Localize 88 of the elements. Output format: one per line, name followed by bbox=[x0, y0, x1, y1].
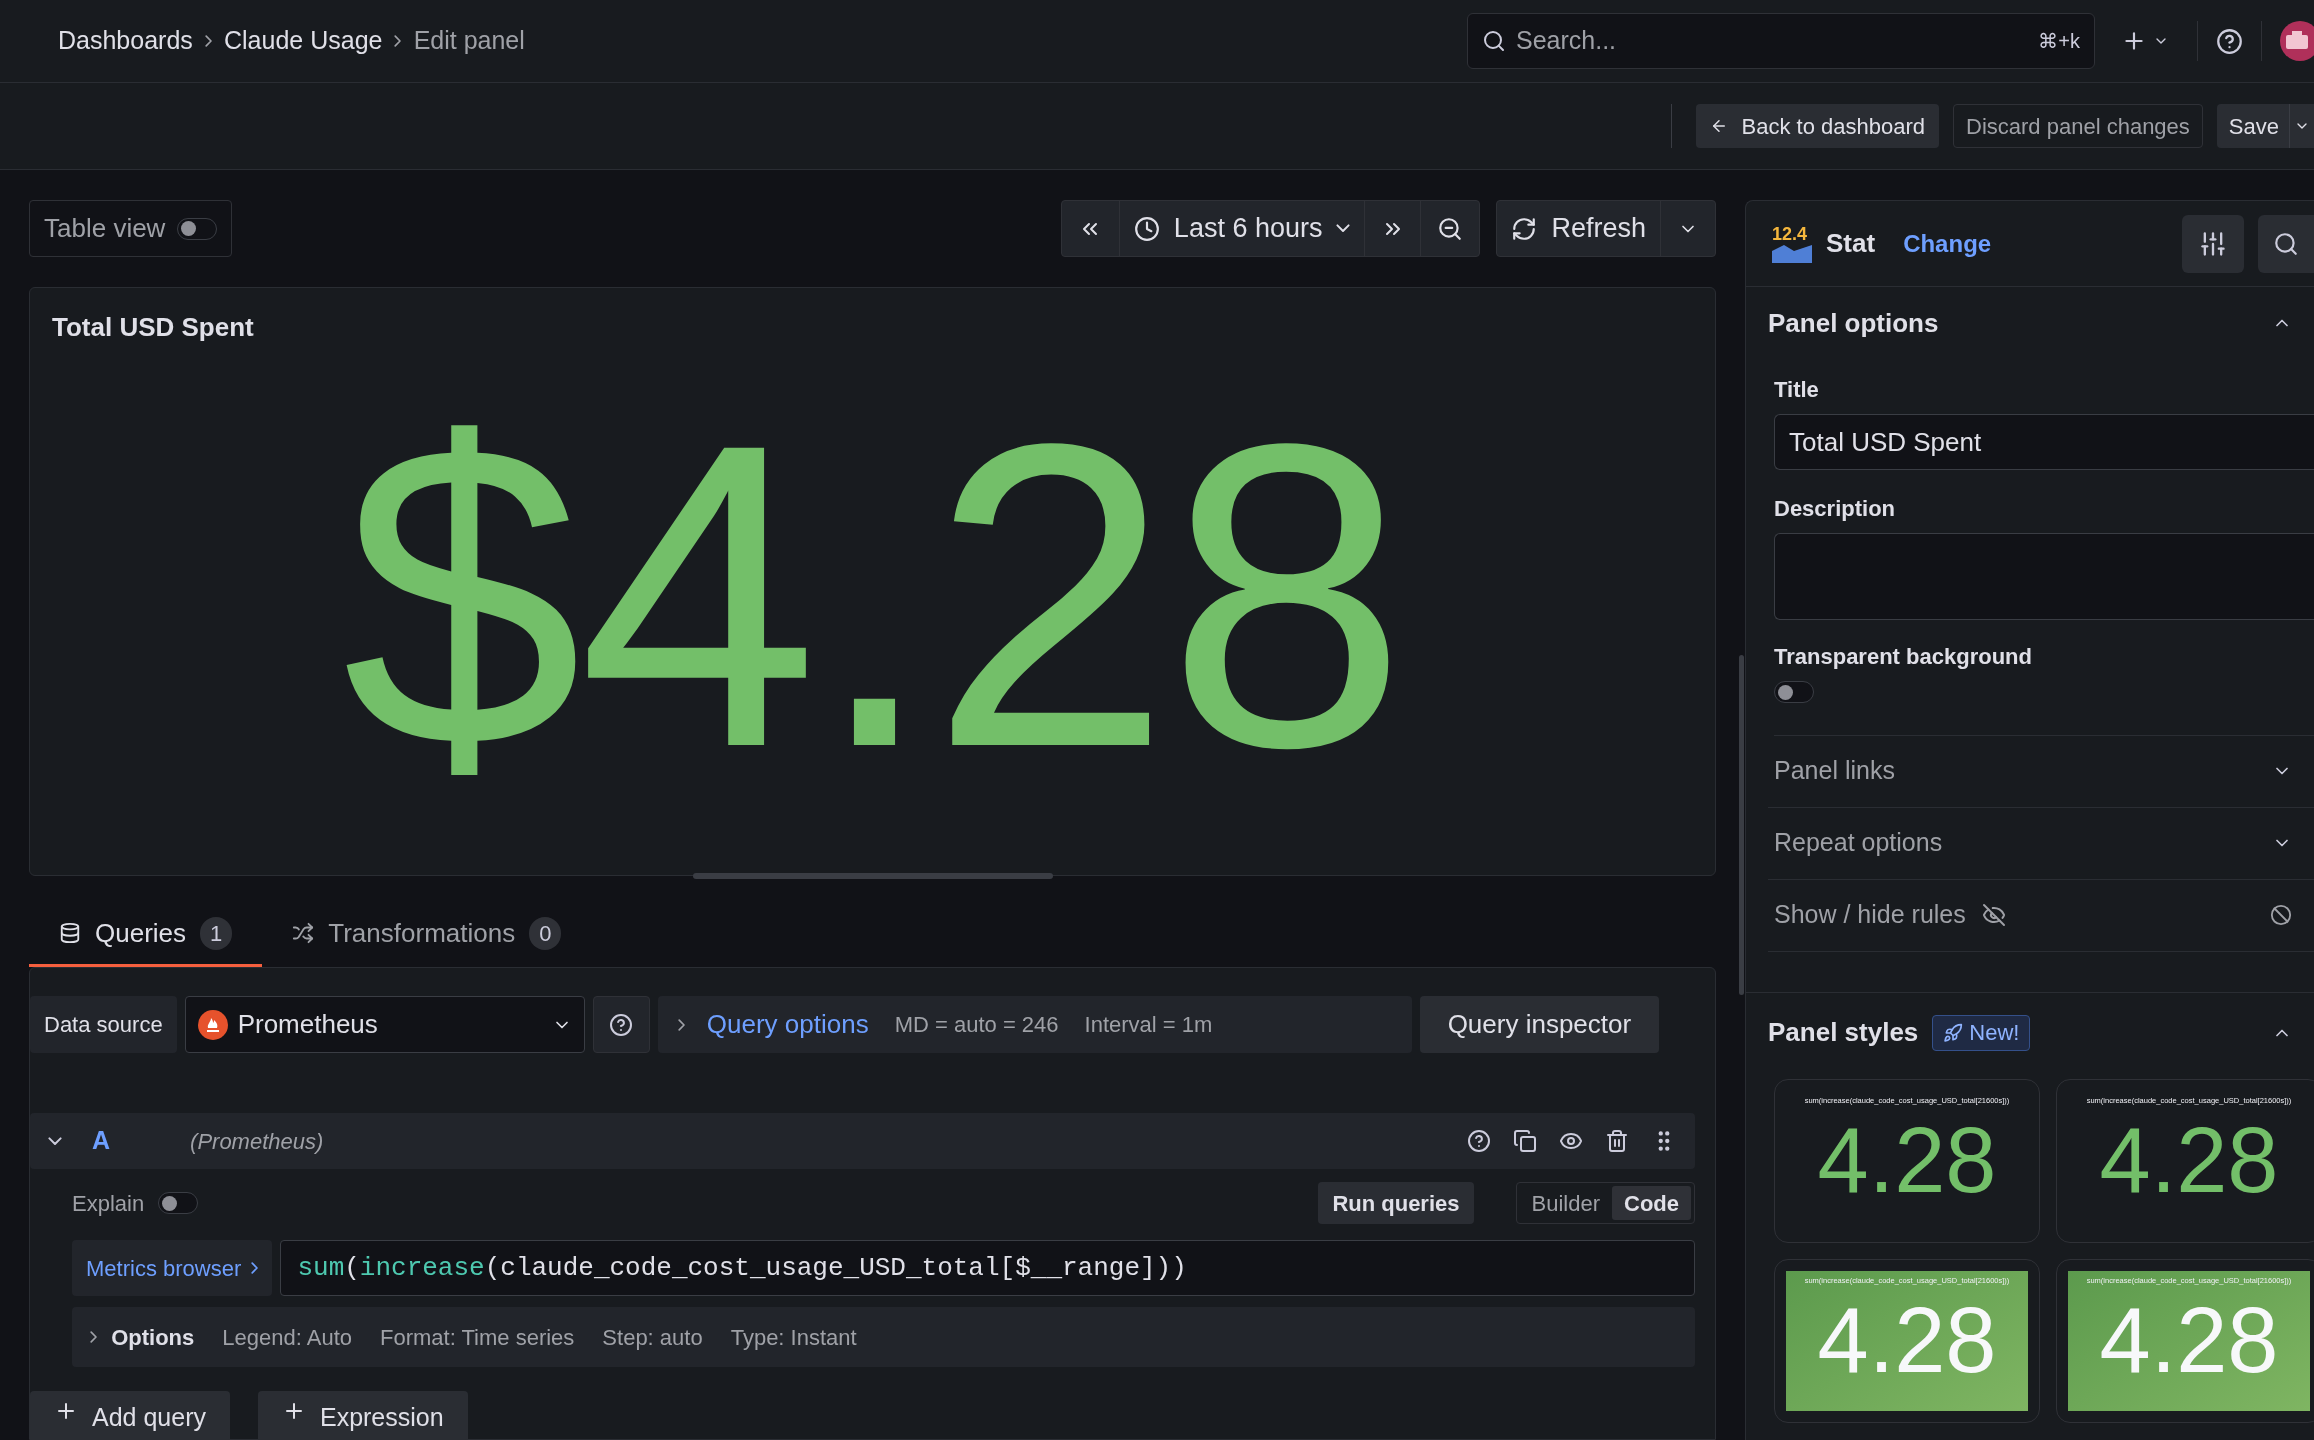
resize-handle[interactable] bbox=[692, 873, 1053, 879]
field-label: Title bbox=[1774, 376, 1820, 404]
help-icon[interactable] bbox=[2216, 27, 2243, 55]
add-button[interactable]: Expression bbox=[257, 1391, 468, 1439]
section-heading[interactable]: Show / hide rules bbox=[1774, 896, 1966, 934]
stat-value: $4.28 bbox=[341, 380, 1404, 812]
query-options-bar[interactable]: Query options MD = auto = 246 Interval = 1m bbox=[657, 996, 1412, 1053]
run-queries-button[interactable]: Run queries bbox=[1318, 1182, 1474, 1224]
metrics-browser-button[interactable]: Metrics browser bbox=[72, 1240, 273, 1296]
section-heading[interactable]: Repeat options bbox=[1774, 824, 1943, 862]
breadcrumb-separator-icon bbox=[394, 35, 402, 47]
zoom-out-icon bbox=[1437, 215, 1464, 242]
breadcrumb-link[interactable]: Dashboards bbox=[58, 22, 193, 60]
rocket-icon bbox=[1943, 1022, 1964, 1043]
trash-icon[interactable] bbox=[1605, 1129, 1629, 1153]
preview-value: 4.28 bbox=[2099, 1113, 2279, 1206]
add-button[interactable]: Add query bbox=[30, 1391, 230, 1439]
chevron-right-icon bbox=[677, 1018, 685, 1031]
chevron-right-icon bbox=[90, 1331, 98, 1343]
code-editor[interactable]: sum(increase(claude_code_cost_usage_USD_total[$__range])) bbox=[280, 1240, 1695, 1296]
query-options-row[interactable]: Options Legend: Auto Format: Time series Step: auto Type: Instant bbox=[72, 1307, 1695, 1367]
back-button[interactable]: Back to dashboard bbox=[1695, 104, 1940, 148]
viz-name: Stat bbox=[1826, 227, 1876, 260]
count-badge: 1 bbox=[200, 916, 233, 950]
query-inspector-button[interactable]: Query inspector bbox=[1419, 996, 1660, 1053]
scrollbar[interactable] bbox=[1739, 655, 1744, 995]
shuffle-icon bbox=[292, 922, 315, 945]
search-icon bbox=[2273, 230, 2299, 257]
refresh-button[interactable]: Refresh bbox=[1497, 201, 1661, 256]
mode-option[interactable]: Code bbox=[1612, 1186, 1691, 1220]
sliders-icon bbox=[2199, 229, 2227, 258]
preview-value: 4.28 bbox=[1817, 1113, 1997, 1206]
avatar-icon[interactable] bbox=[2280, 21, 2314, 61]
search-button[interactable] bbox=[2258, 214, 2314, 273]
clock-icon bbox=[1133, 215, 1160, 242]
collapse-chevron-icon[interactable] bbox=[48, 1136, 62, 1146]
option-summary: Legend: Auto bbox=[222, 1323, 352, 1352]
keyboard-shortcut: ⌘+k bbox=[2038, 29, 2080, 54]
preview-value: 4.28 bbox=[2099, 1293, 2279, 1386]
option-summary: Type: Instant bbox=[730, 1323, 857, 1352]
copy-icon[interactable] bbox=[1513, 1129, 1537, 1153]
explain-label: Explain bbox=[72, 1189, 145, 1218]
caret-icon bbox=[1336, 224, 1351, 233]
search-field[interactable]: Search... ⌘+k bbox=[1467, 13, 2095, 69]
discard-button[interactable]: Discard panel changes bbox=[1953, 104, 2203, 148]
new-badge: New! bbox=[1932, 1014, 2031, 1051]
breadcrumb-link[interactable]: Claude Usage bbox=[224, 22, 383, 60]
section-heading[interactable]: Panel options bbox=[1768, 303, 2272, 343]
eye-off-icon bbox=[1981, 903, 2006, 927]
max-data-points: MD = auto = 246 bbox=[894, 1011, 1059, 1039]
interval-text: Interval = 1m bbox=[1084, 1011, 1213, 1039]
data-source-picker[interactable]: Prometheus bbox=[184, 996, 585, 1053]
table-view-toggle[interactable]: Table view bbox=[29, 200, 233, 257]
search-icon bbox=[1482, 29, 1506, 53]
mode-option[interactable]: Builder bbox=[1519, 1186, 1612, 1220]
options-button[interactable] bbox=[2182, 214, 2244, 273]
toggle-switch[interactable] bbox=[1774, 681, 1814, 703]
toggle-switch[interactable] bbox=[177, 217, 218, 240]
flame-logo-icon bbox=[197, 1009, 228, 1040]
help-button[interactable] bbox=[592, 996, 650, 1053]
option-summary: Format: Time series bbox=[380, 1323, 575, 1352]
title-input[interactable]: Total USD Spent bbox=[1774, 414, 2314, 470]
option-summary: Step: auto bbox=[602, 1323, 703, 1352]
breadcrumb-separator-icon bbox=[204, 35, 212, 47]
save-button[interactable]: Save bbox=[2216, 104, 2314, 148]
count-badge: 0 bbox=[529, 916, 562, 950]
tab[interactable]: Transformations 0 bbox=[262, 902, 592, 967]
query-ref[interactable]: A bbox=[92, 1122, 111, 1160]
toggle-switch[interactable] bbox=[158, 1192, 199, 1214]
panel-title: Total USD Spent bbox=[51, 311, 255, 344]
search-input[interactable]: Search... bbox=[1516, 22, 2029, 60]
data-source-label: Data source bbox=[30, 996, 177, 1053]
preview-value: 4.28 bbox=[1817, 1293, 1997, 1386]
chevron-right-icon bbox=[251, 1262, 259, 1274]
database-icon bbox=[59, 922, 81, 945]
query-source: (Prometheus) bbox=[190, 1127, 324, 1156]
field-label: Transparent background bbox=[1774, 643, 2033, 671]
section-heading[interactable]: Panel styles bbox=[1768, 1013, 1919, 1052]
refresh-icon bbox=[1511, 215, 1538, 242]
field-label: Description bbox=[1774, 495, 1897, 523]
query-options-link[interactable]: Query options bbox=[706, 1005, 869, 1044]
time-range-button[interactable]: Last 6 hours bbox=[1119, 201, 1366, 256]
help-icon[interactable] bbox=[1467, 1129, 1491, 1153]
help-icon bbox=[609, 1012, 634, 1037]
section-heading[interactable]: Panel links bbox=[1774, 752, 1895, 790]
disabled-icon bbox=[2270, 904, 2292, 926]
options-label: Options bbox=[111, 1323, 195, 1352]
change-link[interactable]: Change bbox=[1903, 225, 1992, 262]
